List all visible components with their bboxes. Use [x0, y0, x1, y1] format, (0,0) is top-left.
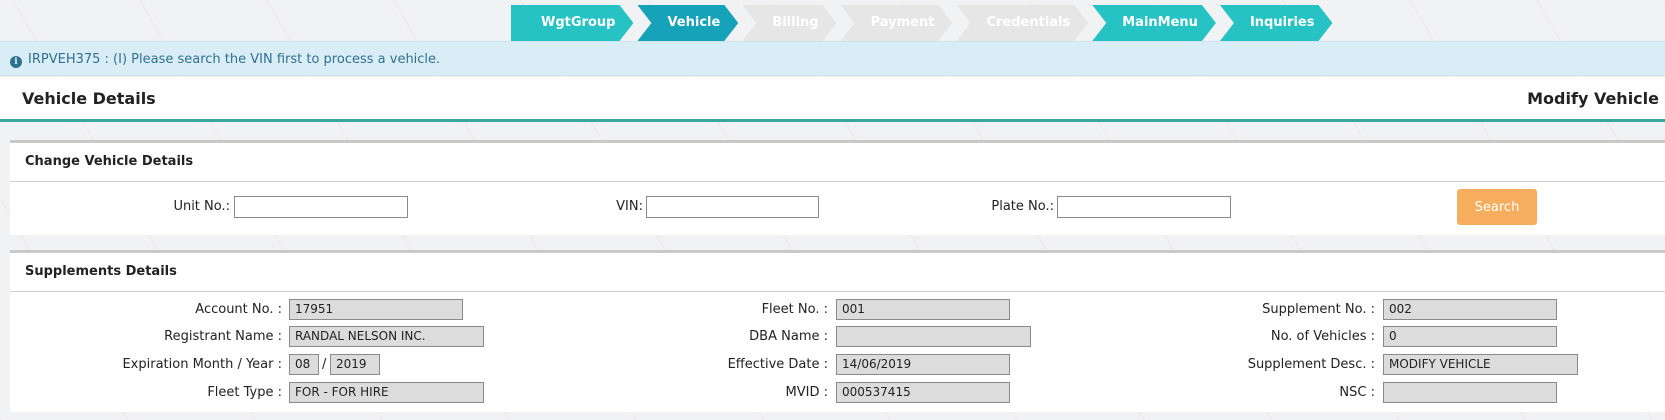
no-of-vehicles-label: No. of Vehicles :: [1270, 329, 1375, 344]
page-action-title: Modify Vehicle: [1527, 89, 1659, 108]
change-vehicle-panel-title: Change Vehicle Details: [10, 143, 1665, 182]
dba-name-label: DBA Name :: [749, 329, 828, 344]
fleet-no-field: 001: [836, 299, 1010, 320]
change-vehicle-panel: Change Vehicle Details: [10, 140, 1665, 235]
step-payment: Payment: [841, 5, 953, 41]
info-banner: i IRPVEH375 : (I) Please search the VIN f…: [0, 41, 1665, 76]
step-wgtgroup[interactable]: WgtGroup: [511, 5, 633, 41]
account-no-label: Account No. :: [195, 302, 282, 317]
effective-date-label: Effective Date :: [727, 357, 828, 372]
supplements-panel-title: Supplements Details: [10, 253, 1665, 292]
info-icon: i: [10, 56, 22, 68]
step-inquiries[interactable]: Inquiries: [1220, 5, 1333, 41]
nsc-label: NSC :: [1339, 385, 1375, 400]
plate-no-label: Plate No.:: [991, 199, 1054, 214]
registrant-name-field: RANDAL NELSON INC.: [289, 326, 484, 347]
fleet-type-label: Fleet Type :: [207, 385, 282, 400]
vin-label: VIN:: [616, 199, 643, 214]
step-vehicle[interactable]: Vehicle: [637, 5, 738, 41]
page-header: Vehicle Details Modify Vehicle: [0, 77, 1665, 122]
step-credentials: Credentials: [956, 5, 1088, 41]
effective-date-field: 14/06/2019: [836, 354, 1010, 375]
plate-no-input[interactable]: [1057, 196, 1231, 218]
nsc-field: [1383, 382, 1557, 403]
expiration-label: Expiration Month / Year :: [122, 357, 282, 372]
account-no-field: 17951: [289, 299, 463, 320]
registrant-name-label: Registrant Name :: [164, 329, 282, 344]
banner-message: IRPVEH375 : (I) Please search the VIN fi…: [28, 52, 441, 67]
vin-input[interactable]: [646, 196, 819, 218]
unit-no-label: Unit No.:: [173, 199, 230, 214]
search-button[interactable]: Search: [1457, 189, 1537, 225]
page-title: Vehicle Details: [22, 89, 156, 108]
unit-no-input[interactable]: [234, 196, 408, 218]
mvid-field: 000537415: [836, 382, 1010, 403]
expiration-year-field: 2019: [330, 354, 380, 375]
fleet-no-label: Fleet No. :: [761, 302, 828, 317]
step-billing: Billing: [742, 5, 836, 41]
supplement-desc-field: MODIFY VEHICLE: [1383, 354, 1578, 375]
fleet-type-field: FOR - FOR HIRE: [289, 382, 484, 403]
supplement-desc-label: Supplement Desc. :: [1247, 357, 1375, 372]
wizard-steps: WgtGroup Vehicle Billing Payment Credent…: [511, 5, 1336, 41]
no-of-vehicles-field: 0: [1383, 326, 1557, 347]
mvid-label: MVID :: [785, 385, 828, 400]
supplement-no-field: 002: [1383, 299, 1557, 320]
expiration-month-field: 08: [289, 354, 319, 375]
step-mainmenu[interactable]: MainMenu: [1092, 5, 1216, 41]
supplement-no-label: Supplement No. :: [1262, 302, 1375, 317]
expiration-separator: /: [322, 357, 327, 372]
dba-name-field: [836, 326, 1031, 347]
